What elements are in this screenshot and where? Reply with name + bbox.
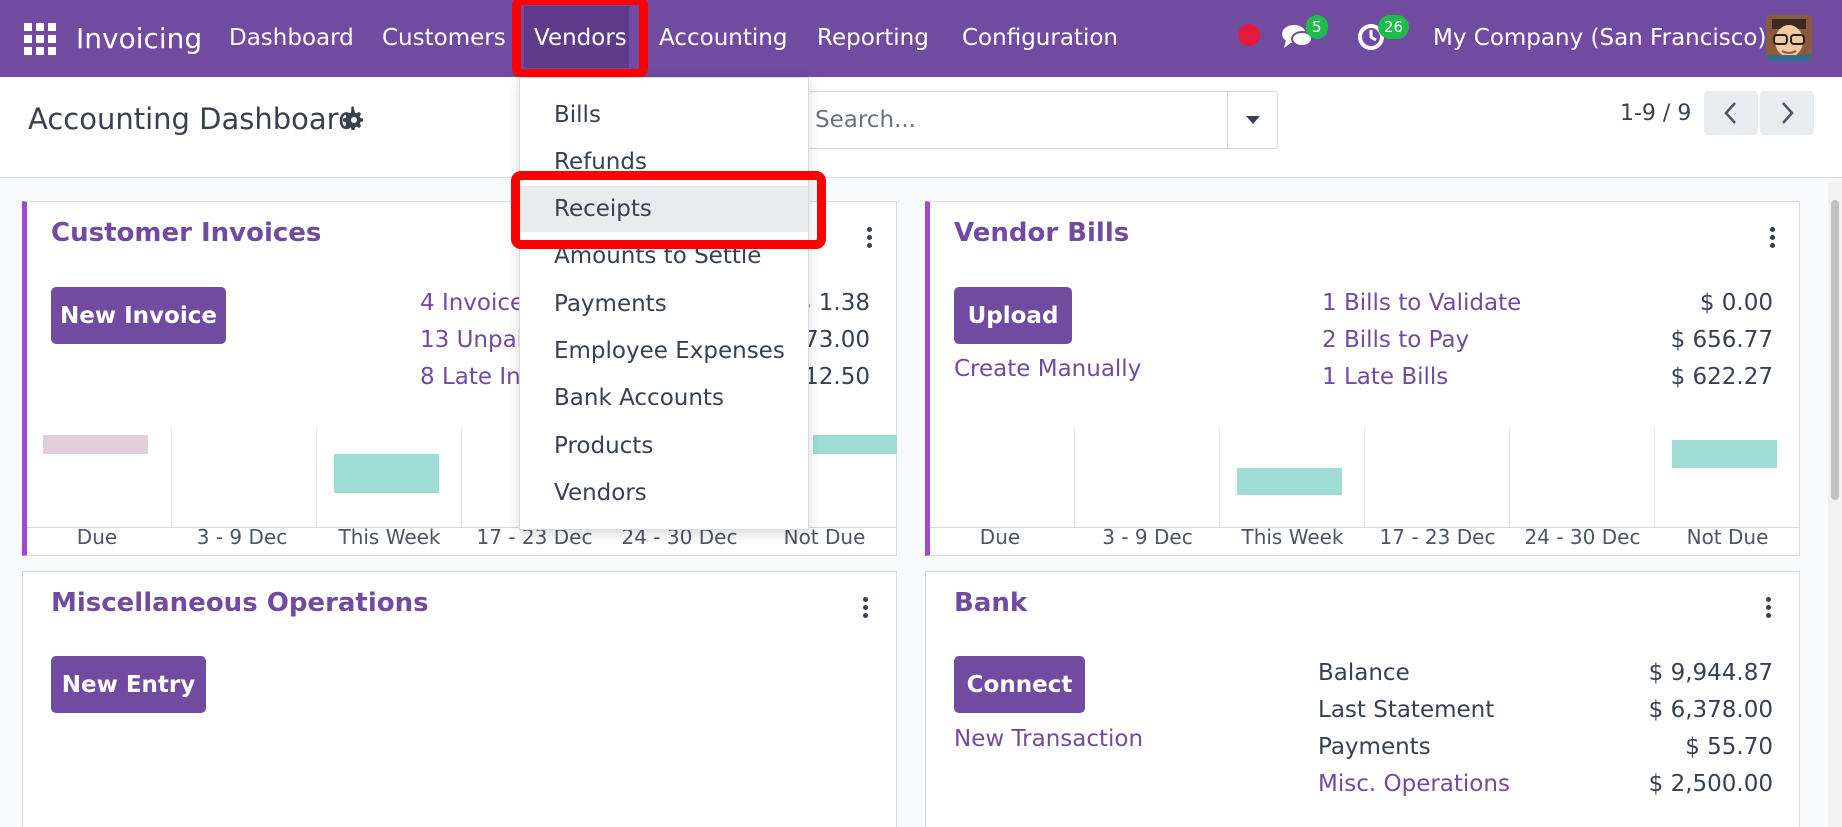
menu-customers[interactable]: Customers [382, 0, 506, 77]
recording-dot-icon[interactable] [1238, 24, 1260, 46]
pager-previous-button[interactable] [1704, 91, 1758, 135]
kebab-menu-icon[interactable] [861, 597, 869, 619]
menu-reporting[interactable]: Reporting [817, 0, 929, 77]
new-transaction-link[interactable]: New Transaction [954, 726, 1143, 752]
stat-value: $ 6,378.00 [1648, 697, 1773, 723]
messages-badge: 5 [1306, 15, 1328, 39]
top-navbar: Invoicing Dashboard Customers Vendors Ac… [0, 0, 1842, 78]
bank-payments-label: Payments [1318, 734, 1431, 760]
stat-bills-to-pay[interactable]: 2 Bills to Pay [1322, 327, 1469, 353]
menu-item-bank-accounts[interactable]: Bank Accounts [520, 375, 808, 421]
control-panel: Accounting Dashboard 1-9 / 9 [0, 77, 1842, 178]
menu-item-bills[interactable]: Bills [520, 92, 808, 138]
chart-tick: This Week [1241, 525, 1344, 549]
pager-value[interactable]: 1-9 / 9 [1620, 101, 1691, 126]
create-manually-link[interactable]: Create Manually [954, 356, 1141, 382]
connect-button[interactable]: Connect [954, 656, 1085, 713]
stat-value: 12.50 [804, 364, 870, 390]
page-scrollbar[interactable] [1828, 182, 1842, 827]
stat-value: $ 2,500.00 [1648, 771, 1773, 797]
stat-late-bills[interactable]: 1 Late Bills [1322, 364, 1448, 390]
vendors-dropdown-menu: Bills Refunds Receipts Amounts to Settle… [519, 77, 809, 530]
scrollbar-thumb[interactable] [1831, 200, 1839, 500]
chart-tick: Not Due [1686, 525, 1769, 549]
chart-tick: Due [979, 525, 1021, 549]
chart-bar-not-due[interactable] [1672, 440, 1777, 468]
chart-tick: 3 - 9 Dec [196, 525, 288, 549]
new-invoice-button[interactable]: New Invoice [51, 287, 226, 344]
menu-dashboard[interactable]: Dashboard [229, 0, 354, 77]
chart-bar-not-due[interactable] [813, 435, 897, 454]
stat-value: $ 622.27 [1670, 364, 1773, 390]
search-input[interactable] [815, 100, 1215, 140]
kebab-menu-icon[interactable] [865, 227, 873, 249]
menu-item-vendors[interactable]: Vendors [520, 470, 808, 516]
menu-item-payments[interactable]: Payments [520, 281, 808, 327]
card-title[interactable]: Customer Invoices [51, 218, 321, 248]
new-entry-button[interactable]: New Entry [51, 656, 206, 713]
chart-tick: 17 - 23 Dec [1379, 525, 1496, 549]
chart-tick: 24 - 30 Dec [1524, 525, 1641, 549]
card-title[interactable]: Bank [954, 588, 1027, 618]
page-title: Accounting Dashboard [28, 102, 357, 136]
gear-icon[interactable] [342, 108, 366, 132]
chart-tick: Due [76, 525, 118, 549]
activities-badge: 26 [1378, 15, 1410, 39]
kebab-menu-icon[interactable] [1764, 597, 1772, 619]
search-options-toggle[interactable] [1227, 92, 1277, 148]
apps-grid-icon[interactable] [24, 23, 56, 55]
search-bar [804, 91, 1278, 149]
chevron-left-icon [1724, 102, 1736, 124]
stat-late-invoices[interactable]: 8 Late Inv [420, 364, 534, 390]
bank-misc-operations-link[interactable]: Misc. Operations [1318, 771, 1510, 797]
stat-value: 73.00 [804, 327, 870, 353]
chart-tick: 3 - 9 Dec [1102, 525, 1193, 549]
app-brand[interactable]: Invoicing [76, 0, 202, 77]
stat-value: $ 9,944.87 [1648, 660, 1773, 686]
stat-bills-to-validate[interactable]: 1 Bills to Validate [1322, 290, 1521, 316]
pager-next-button[interactable] [1760, 91, 1814, 135]
menu-accounting[interactable]: Accounting [659, 0, 787, 77]
bank-balance-label: Balance [1318, 660, 1410, 686]
caret-down-icon [1246, 116, 1260, 124]
chart-bar-this-week[interactable] [1237, 468, 1342, 495]
bills-aging-chart: Due 3 - 9 Dec This Week 17 - 23 Dec 24 -… [930, 427, 1800, 552]
stat-value: $ 55.70 [1685, 734, 1773, 760]
chart-bar-this-week[interactable] [334, 454, 439, 493]
receipts-highlight-box [511, 171, 826, 249]
chevron-right-icon [1782, 102, 1794, 124]
menu-item-employee-expenses[interactable]: Employee Expenses [520, 328, 808, 374]
menu-item-products[interactable]: Products [520, 423, 808, 469]
vendors-highlight-box [512, 0, 648, 78]
chart-tick: This Week [338, 525, 441, 549]
bank-card: Bank Connect New Transaction Balance Las… [925, 571, 1800, 827]
misc-operations-card: Miscellaneous Operations New Entry [22, 571, 897, 827]
vendor-bills-card: Vendor Bills Upload Create Manually 1 Bi… [925, 201, 1800, 556]
stat-value: $ 656.77 [1670, 327, 1773, 353]
kebab-menu-icon[interactable] [1768, 227, 1776, 249]
user-avatar[interactable] [1766, 15, 1812, 61]
menu-configuration[interactable]: Configuration [962, 0, 1118, 77]
stat-value: $ 0.00 [1699, 290, 1773, 316]
bank-last-statement-label: Last Statement [1318, 697, 1495, 723]
card-title[interactable]: Miscellaneous Operations [51, 588, 429, 618]
chart-bar-due[interactable] [43, 435, 148, 454]
upload-button[interactable]: Upload [954, 287, 1072, 344]
company-switcher[interactable]: My Company (San Francisco) [1433, 0, 1766, 77]
card-title[interactable]: Vendor Bills [954, 218, 1129, 248]
